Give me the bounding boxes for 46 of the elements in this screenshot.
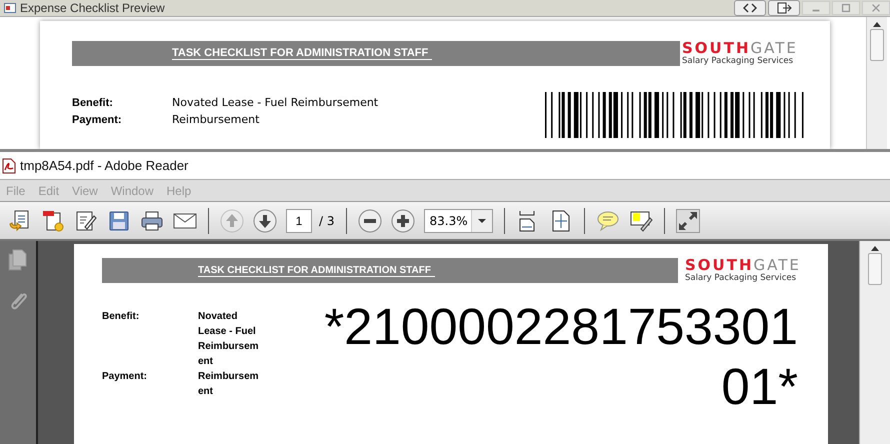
field-label: Payment: (72, 114, 123, 126)
menu-item[interactable]: View (66, 184, 105, 198)
next-page-button[interactable] (253, 208, 277, 232)
scrollbar-thumb[interactable] (870, 29, 884, 61)
barcode-number: *210000228175330101* (323, 297, 798, 417)
page-count: / 3 (319, 214, 334, 228)
code-view-button[interactable] (734, 0, 766, 16)
document-heading: TASK CHECKLIST FOR ADMINISTRATION STAFF (198, 264, 435, 276)
field-value: Reimbursement (172, 113, 260, 126)
zoom-dropdown[interactable]: 83.3% (424, 208, 492, 232)
export-icon (776, 2, 792, 14)
scrollbar[interactable] (866, 17, 887, 149)
zoom-in-button[interactable] (390, 208, 414, 232)
zoom-out-button[interactable] (358, 208, 382, 232)
export-button[interactable] (768, 0, 800, 16)
field-value: Novated Lease - Fuel Reimbursement (172, 96, 378, 109)
print-icon[interactable] (140, 208, 164, 232)
page-number-field[interactable]: 1 (286, 208, 312, 232)
scrollbar-thumb[interactable] (868, 253, 882, 285)
text-markup-icon[interactable] (628, 208, 652, 232)
code-icon (742, 2, 758, 14)
full-screen-icon[interactable] (676, 208, 700, 232)
pages-icon[interactable] (8, 249, 28, 271)
comment-icon[interactable] (596, 208, 620, 232)
scroll-up-icon[interactable] (873, 22, 881, 27)
scrollbar[interactable] (859, 241, 890, 444)
edit-document-icon[interactable] (74, 208, 98, 232)
menu-item[interactable]: Window (104, 184, 161, 198)
caret-icon (478, 218, 486, 222)
window-title: tmp8A54.pdf - Adobe Reader (20, 158, 188, 173)
menu-item[interactable]: Help (160, 184, 198, 198)
menu-item[interactable]: File (0, 184, 32, 198)
scroll-up-icon[interactable] (871, 246, 879, 251)
save-icon[interactable] (107, 208, 131, 232)
field-label: Payment: (102, 370, 148, 384)
field-value: Novated Lease - Fuel Reimbursement (198, 310, 260, 369)
window-icon (4, 2, 16, 14)
menu-item[interactable]: Edit (32, 184, 66, 198)
field-value: Reimbursement (198, 370, 260, 399)
document-settings-icon[interactable] (41, 208, 65, 232)
company-logo: SOUTH GATE Salary Packaging Services (684, 258, 801, 283)
document-heading: TASK CHECKLIST FOR ADMINISTRATION STAFF (172, 47, 432, 60)
window-title: Expense Checklist Preview (20, 1, 165, 15)
company-logo: SOUTH GATE Salary Packaging Services (681, 41, 798, 66)
field-label: Benefit: (72, 96, 114, 108)
field-label: Benefit: (102, 310, 140, 324)
